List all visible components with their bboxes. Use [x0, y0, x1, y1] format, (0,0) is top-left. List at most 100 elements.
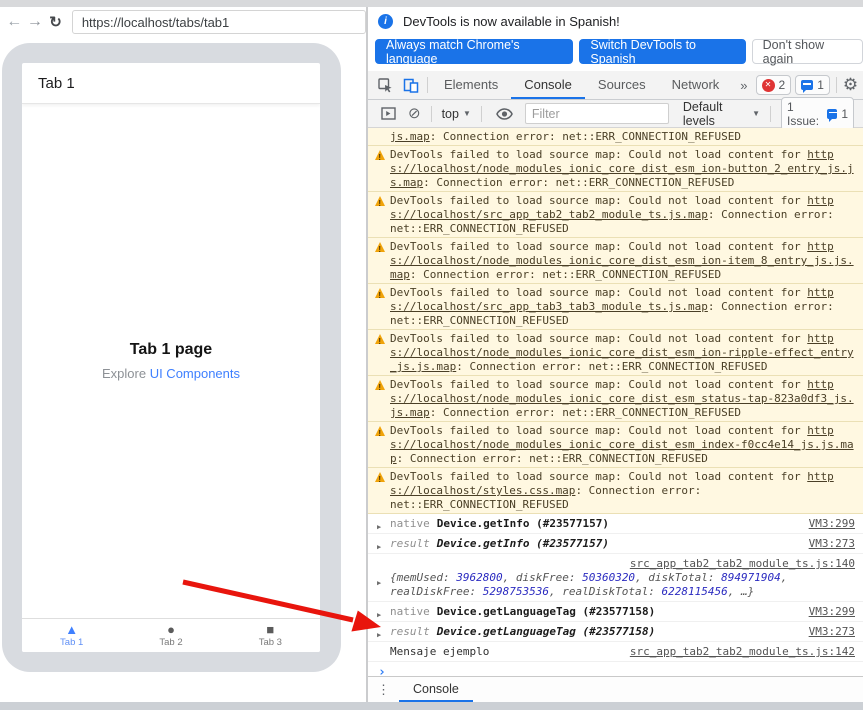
clear-console-icon[interactable]: ⊘ — [408, 106, 421, 121]
source-location-link[interactable]: VM3:299 — [809, 605, 855, 619]
separator — [770, 106, 771, 122]
more-tabs-icon[interactable]: » — [732, 78, 755, 93]
console-prompt[interactable]: › — [368, 662, 863, 676]
app-tab-1[interactable]: ▲ Tab 1 — [22, 619, 121, 652]
chevron-down-icon: ▼ — [463, 109, 471, 118]
tab-console[interactable]: Console — [511, 71, 585, 99]
log-levels-selector[interactable]: Default levels ▼ — [683, 100, 760, 128]
triangle-icon: ▲ — [65, 623, 78, 636]
separator — [431, 106, 432, 122]
error-icon: ✕ — [762, 79, 775, 92]
switch-spanish-button[interactable]: Switch DevTools to Spanish — [579, 39, 745, 64]
warning-icon — [375, 380, 385, 390]
app-tab-3-label: Tab 3 — [259, 637, 282, 648]
live-expression-eye-icon[interactable] — [492, 101, 518, 127]
messages-badge[interactable]: 1 — [795, 75, 830, 95]
infobar-actions: Always match Chrome's language Switch De… — [368, 36, 863, 71]
console-warning: DevTools failed to load source map: Coul… — [368, 376, 863, 422]
ui-components-link[interactable]: UI Components — [150, 366, 240, 381]
console-warning: DevTools failed to load source map: Coul… — [368, 422, 863, 468]
console-warning: DevTools failed to load source map: Coul… — [368, 284, 863, 330]
page-title: Tab 1 page — [130, 341, 212, 359]
warning-icon — [375, 150, 385, 160]
errors-count: 2 — [779, 78, 786, 92]
app-tab-2-label: Tab 2 — [159, 637, 182, 648]
match-language-button[interactable]: Always match Chrome's language — [375, 39, 573, 64]
message-bubble-icon — [801, 80, 813, 90]
tab-sources[interactable]: Sources — [585, 71, 659, 99]
source-map-link[interactable]: js.map — [390, 130, 430, 143]
warning-icon — [375, 472, 385, 482]
back-button-icon[interactable]: ← — [5, 14, 24, 30]
console-message-row: src_app_tab2_tab2_module_ts.js:142 Mensa… — [368, 642, 863, 662]
message-bubble-icon — [827, 109, 837, 119]
console-warning: DevTools failed to load source map: Coul… — [368, 192, 863, 238]
app-tab-3[interactable]: ■ Tab 3 — [221, 619, 320, 652]
expand-triangle-icon[interactable]: ▶ — [377, 576, 381, 590]
forward-button-icon[interactable]: → — [26, 14, 45, 30]
source-location-link[interactable]: VM3:299 — [809, 517, 855, 531]
explore-prefix: Explore — [102, 366, 150, 381]
browser-navbar: ← → ↻ https://localhost/tabs/tab1 — [0, 7, 366, 37]
url-bar[interactable]: https://localhost/tabs/tab1 — [72, 10, 366, 34]
window-top-strip — [0, 0, 863, 7]
app-header: Tab 1 — [22, 63, 320, 104]
source-location-link[interactable]: src_app_tab2_tab2_module_ts.js:142 — [630, 645, 855, 659]
circle-icon: ● — [167, 623, 175, 636]
console-warning-partial: js.map: Connection error: net::ERR_CONNE… — [368, 128, 863, 146]
source-location-link[interactable]: VM3:273 — [809, 537, 855, 551]
console-warning: DevTools failed to load source map: Coul… — [368, 330, 863, 376]
filter-input[interactable] — [525, 103, 669, 124]
console-message-text: Mensaje ejemplo — [390, 645, 489, 658]
dont-show-again-button[interactable]: Don't show again — [752, 39, 863, 64]
devtools-drawer: ⋮ Console — [368, 676, 863, 702]
issues-badge[interactable]: 1 Issue: 1 — [781, 97, 854, 131]
expand-triangle-icon[interactable]: ▶ — [377, 608, 381, 622]
object-preview: {memUsed: 3962800, diskFree: 50360320, d… — [390, 571, 787, 598]
console-object-row: src_app_tab2_tab2_module_ts.js:140 ▶ {me… — [368, 554, 863, 602]
info-icon: i — [378, 14, 393, 29]
browser-pane: ← → ↻ https://localhost/tabs/tab1 Tab 1 … — [0, 7, 366, 702]
console-warning: DevTools failed to load source map: Coul… — [368, 146, 863, 192]
app-tabbar: ▲ Tab 1 ● Tab 2 ■ Tab 3 — [22, 618, 320, 652]
console-warning: DevTools failed to load source map: Coul… — [368, 468, 863, 514]
errors-badge[interactable]: ✕ 2 — [756, 75, 792, 95]
console-log-row: VM3:273 ▶ resultDevice.getInfo (#2357715… — [368, 534, 863, 554]
settings-gear-icon[interactable]: ⚙ — [843, 75, 858, 95]
warning-icon — [375, 196, 385, 206]
console-toolbar: ⊘ top ▼ Default levels ▼ 1 Issue: 1 — [368, 100, 863, 128]
device-frame: Tab 1 Tab 1 page Explore UI Components ▲… — [2, 43, 341, 672]
console-sidebar-toggle-icon[interactable] — [375, 101, 401, 127]
messages-count: 1 — [817, 78, 824, 92]
app-header-title: Tab 1 — [38, 75, 75, 92]
expand-triangle-icon[interactable]: ▶ — [377, 628, 381, 642]
app-tab-1-label: Tab 1 — [60, 637, 83, 648]
inspect-element-icon[interactable] — [372, 72, 398, 98]
chevron-down-icon: ▼ — [752, 109, 760, 118]
reload-button-icon[interactable]: ↻ — [46, 15, 65, 30]
app-tab-2[interactable]: ● Tab 2 — [121, 619, 220, 652]
warning-icon — [375, 426, 385, 436]
devtools-pane: i DevTools is now available in Spanish! … — [368, 7, 863, 702]
drawer-tab-console[interactable]: Console — [399, 677, 473, 702]
infobar-message: DevTools is now available in Spanish! — [403, 14, 620, 29]
devtools-tabbar: Elements Console Sources Network » ✕ 2 1… — [368, 71, 863, 100]
console-log-row: VM3:299 ▶ nativeDevice.getLanguageTag (#… — [368, 602, 863, 622]
app-content: Tab 1 page Explore UI Components — [22, 104, 320, 618]
console-warning: DevTools failed to load source map: Coul… — [368, 238, 863, 284]
console-log: js.map: Connection error: net::ERR_CONNE… — [368, 128, 863, 676]
source-location-link[interactable]: VM3:273 — [809, 625, 855, 639]
expand-triangle-icon[interactable]: ▶ — [377, 540, 381, 554]
device-toolbar-icon[interactable] — [398, 72, 424, 98]
expand-triangle-icon[interactable]: ▶ — [377, 520, 381, 534]
tab-network[interactable]: Network — [659, 71, 733, 99]
tab-elements[interactable]: Elements — [431, 71, 511, 99]
issues-label: 1 Issue: — [787, 100, 823, 128]
console-log-row: VM3:273 ▶ resultDevice.getLanguageTag (#… — [368, 622, 863, 642]
devtools-infobar: i DevTools is now available in Spanish! — [368, 7, 863, 36]
source-location-link[interactable]: src_app_tab2_tab2_module_ts.js:140 — [630, 557, 855, 570]
warning-icon — [375, 242, 385, 252]
context-selector[interactable]: top ▼ — [442, 107, 471, 121]
warning-icon — [375, 288, 385, 298]
kebab-menu-icon[interactable]: ⋮ — [377, 682, 390, 698]
